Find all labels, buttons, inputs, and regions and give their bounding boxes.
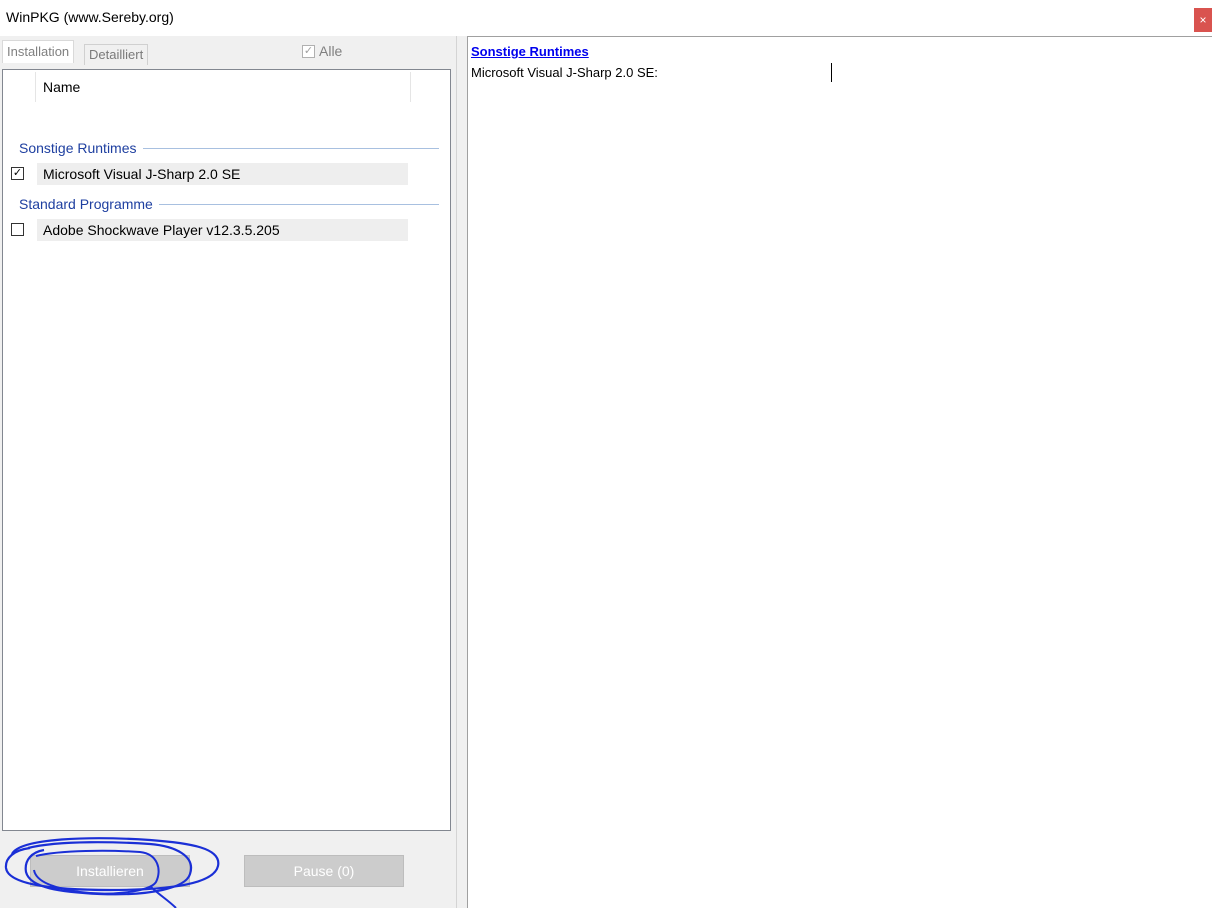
list-header: Name <box>3 70 450 104</box>
list-item-label[interactable]: Adobe Shockwave Player v12.3.5.205 <box>37 219 408 241</box>
group-divider <box>142 147 439 149</box>
text-cursor <box>831 63 832 82</box>
list-item[interactable]: ✓ Microsoft Visual J-Sharp 2.0 SE <box>3 162 450 186</box>
title-bar: WinPKG (www.Sereby.org) × <box>0 0 1212 36</box>
close-button[interactable]: × <box>1194 8 1212 32</box>
header-divider <box>35 72 36 102</box>
install-button[interactable]: Installieren <box>30 855 190 887</box>
package-list[interactable]: Name Sonstige Runtimes ✓ Microsoft Visua… <box>2 69 451 831</box>
group-label: Sonstige Runtimes <box>19 140 137 156</box>
group-label: Standard Programme <box>19 196 153 212</box>
group-header-sonstige-runtimes: Sonstige Runtimes <box>19 138 439 158</box>
select-all-checkbox[interactable]: ✓ Alle <box>302 42 342 60</box>
details-pane: Sonstige Runtimes Microsoft Visual J-Sha… <box>468 36 1212 908</box>
group-header-standard-programme: Standard Programme <box>19 194 439 214</box>
checkbox-checked-icon: ✓ <box>302 44 315 58</box>
checkbox-unchecked-icon[interactable] <box>11 223 24 236</box>
tab-installation[interactable]: Installation <box>2 40 75 63</box>
list-item-label[interactable]: Microsoft Visual J-Sharp 2.0 SE <box>37 163 408 185</box>
tab-detailliert[interactable]: Detailliert <box>84 44 149 65</box>
window-title: WinPKG (www.Sereby.org) <box>6 9 174 25</box>
group-divider <box>158 203 439 205</box>
pause-button[interactable]: Pause (0) <box>244 855 404 887</box>
details-heading-link[interactable]: Sonstige Runtimes <box>471 44 589 59</box>
list-item[interactable]: Adobe Shockwave Player v12.3.5.205 <box>3 218 450 242</box>
checkbox-checked-icon[interactable]: ✓ <box>11 167 24 180</box>
details-text: Microsoft Visual J-Sharp 2.0 SE: <box>471 65 658 80</box>
pane-splitter[interactable] <box>456 36 468 908</box>
select-all-label: Alle <box>319 43 343 59</box>
header-divider[interactable] <box>410 72 411 102</box>
close-icon: × <box>1199 13 1207 27</box>
left-pane: Installation Detailliert ✓ Alle Name Son… <box>0 36 456 908</box>
column-header-name[interactable]: Name <box>43 79 80 95</box>
